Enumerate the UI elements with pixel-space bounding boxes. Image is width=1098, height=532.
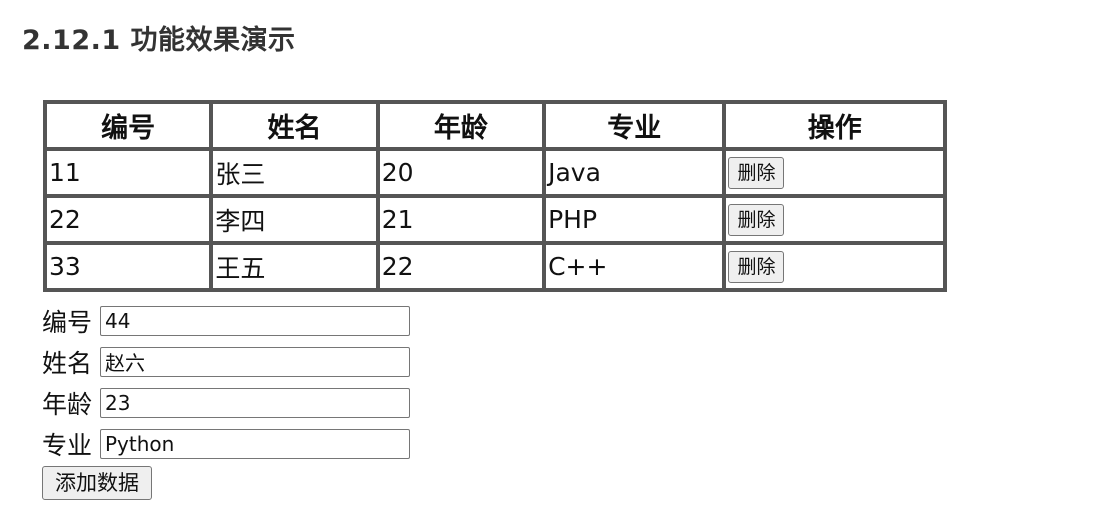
header-id: 编号	[45, 102, 212, 149]
name-label: 姓名	[42, 348, 93, 378]
delete-button[interactable]: 删除	[728, 157, 785, 189]
student-table: 编号 姓名 年龄 专业 操作 11 张三 20 Java 删除 22 李四 21…	[43, 100, 947, 292]
table-header-row: 编号 姓名 年龄 专业 操作	[45, 102, 945, 149]
form-row-name: 姓名	[42, 341, 410, 382]
id-field[interactable]	[100, 305, 410, 336]
cell-action: 删除	[724, 196, 945, 243]
cell-major: Java	[544, 149, 725, 196]
cell-name: 张三	[211, 149, 378, 196]
cell-name: 王五	[211, 243, 378, 290]
cell-id: 33	[45, 243, 212, 290]
cell-id: 22	[45, 196, 212, 243]
table-row: 22 李四 21 PHP 删除	[45, 196, 945, 243]
form-row-age: 年龄	[42, 382, 410, 423]
header-major: 专业	[544, 102, 725, 149]
table-row: 33 王五 22 C++ 删除	[45, 243, 945, 290]
cell-age: 22	[377, 243, 545, 290]
delete-button[interactable]: 删除	[728, 204, 785, 236]
header-name: 姓名	[211, 102, 378, 149]
cell-major: C++	[544, 243, 725, 290]
add-student-form: 编号 姓名 年龄 专业 添加数据	[42, 300, 410, 500]
name-field[interactable]	[100, 346, 410, 377]
cell-name: 李四	[211, 196, 378, 243]
cell-age: 21	[377, 196, 545, 243]
major-field[interactable]	[100, 428, 410, 459]
add-data-button[interactable]: 添加数据	[42, 466, 152, 500]
delete-button[interactable]: 删除	[728, 251, 785, 283]
form-row-id: 编号	[42, 300, 410, 341]
cell-action: 删除	[724, 243, 945, 290]
cell-id: 11	[45, 149, 212, 196]
header-age: 年龄	[377, 102, 545, 149]
page-title: 2.12.1 功能效果演示	[22, 25, 296, 56]
age-field[interactable]	[100, 387, 410, 418]
id-label: 编号	[42, 307, 93, 337]
form-row-major: 专业	[42, 423, 410, 464]
cell-major: PHP	[544, 196, 725, 243]
major-label: 专业	[42, 430, 93, 460]
table-row: 11 张三 20 Java 删除	[45, 149, 945, 196]
header-action: 操作	[724, 102, 945, 149]
cell-action: 删除	[724, 149, 945, 196]
age-label: 年龄	[42, 389, 93, 419]
cell-age: 20	[377, 149, 545, 196]
